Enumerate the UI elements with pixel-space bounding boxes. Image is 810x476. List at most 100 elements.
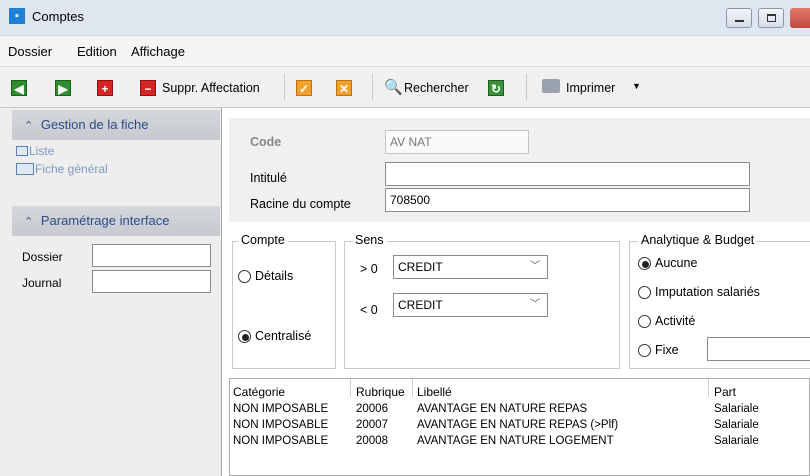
maximize-icon xyxy=(767,14,776,22)
add-icon[interactable]: + xyxy=(97,80,113,96)
racine-label: Racine du compte xyxy=(250,197,351,211)
column-header-categorie[interactable]: Catégorie xyxy=(233,385,285,399)
radio-dot xyxy=(642,261,649,268)
radio-centralise[interactable]: Centralisé xyxy=(238,329,333,345)
refresh-icon[interactable]: ↻ xyxy=(488,80,504,96)
cell-rubrique: 20006 xyxy=(356,403,388,415)
radio-details-label: Détails xyxy=(255,269,294,283)
radio-circle xyxy=(638,315,651,328)
section-title: Paramétrage interface xyxy=(40,213,170,228)
delete-assignment-button[interactable]: − Suppr. Affectation xyxy=(138,74,278,100)
minimize-button[interactable] xyxy=(726,8,752,28)
cell-rubrique: 20007 xyxy=(356,419,388,431)
radio-dot xyxy=(242,334,249,341)
analytique-group-title: Analytique & Budget xyxy=(638,233,758,247)
radio-aucune-label: Aucune xyxy=(655,256,698,270)
cell-part: Salariale xyxy=(714,435,759,447)
radio-circle xyxy=(238,330,251,343)
radio-activite-label: Activité xyxy=(655,314,696,328)
journal-label: Journal xyxy=(22,276,62,290)
radio-aucune[interactable]: Aucune xyxy=(638,256,808,272)
cell-categorie: NON IMPOSABLE xyxy=(233,419,329,431)
cell-categorie: NON IMPOSABLE xyxy=(233,403,329,415)
code-label: Code xyxy=(250,135,282,149)
radio-centralise-label: Centralisé xyxy=(255,329,312,343)
cell-libelle: AVANTAGE EN NATURE REPAS xyxy=(417,403,588,415)
menu-affichage[interactable]: Affichage xyxy=(131,44,185,59)
form-icon xyxy=(16,163,34,175)
table-row[interactable]: NON IMPOSABLE 20008 AVANTAGE EN NATURE L… xyxy=(230,435,809,450)
cell-part: Salariale xyxy=(714,419,759,431)
title-bar xyxy=(0,0,810,36)
column-header-part[interactable]: Part xyxy=(714,385,736,399)
app-icon: ▪ xyxy=(9,8,25,24)
sens-gt-label: > 0 xyxy=(360,262,378,276)
validate-icon[interactable]: ✓ xyxy=(296,80,312,96)
chevron-down-icon: ﹀ xyxy=(530,261,540,272)
collapse-icon: ⌃ xyxy=(24,120,34,132)
toolbar-separator xyxy=(372,74,373,100)
dossier-input[interactable] xyxy=(92,244,211,267)
radio-imputation-label: Imputation salariés xyxy=(655,285,760,299)
fixe-input[interactable] xyxy=(707,337,810,361)
search-icon: 🔍 xyxy=(384,79,403,96)
cancel-icon[interactable]: ✕ xyxy=(336,80,352,96)
radio-fixe[interactable]: Fixe xyxy=(638,343,698,359)
close-button[interactable] xyxy=(790,8,810,28)
print-label: Imprimer xyxy=(566,81,616,95)
radio-circle xyxy=(238,270,251,283)
link-general-sheet[interactable]: Fiche général xyxy=(35,162,108,176)
table-row[interactable]: NON IMPOSABLE 20006 AVANTAGE EN NATURE R… xyxy=(230,403,809,418)
column-header-libelle[interactable]: Libellé xyxy=(417,385,452,399)
next-record-icon[interactable]: ▶ xyxy=(55,80,71,96)
radio-details[interactable]: Détails xyxy=(238,269,333,285)
sens-lt-select[interactable]: CREDIT ﹀ xyxy=(393,293,548,317)
previous-record-icon[interactable]: ◀ xyxy=(11,80,27,96)
journal-input[interactable] xyxy=(92,270,211,293)
cell-categorie: NON IMPOSABLE xyxy=(233,435,329,447)
menu-dossier[interactable]: Dossier xyxy=(8,44,52,59)
compte-group-title: Compte xyxy=(238,233,288,247)
radio-circle xyxy=(638,344,651,357)
table-row[interactable]: NON IMPOSABLE 20007 AVANTAGE EN NATURE R… xyxy=(230,419,809,434)
intitule-field[interactable] xyxy=(385,162,750,186)
link-list[interactable]: Liste xyxy=(29,144,54,158)
section-header-parametrage[interactable]: ⌃ Paramétrage interface xyxy=(12,206,220,236)
radio-activite[interactable]: Activité xyxy=(638,314,808,330)
menu-bar xyxy=(0,36,810,66)
section-header-gestion[interactable]: ⌃ Gestion de la fiche xyxy=(12,110,220,140)
cell-libelle: AVANTAGE EN NATURE REPAS (>Plf) xyxy=(417,419,619,431)
print-button[interactable]: Imprimer ▼ xyxy=(540,74,641,100)
compte-group xyxy=(232,241,336,369)
toolbar-separator xyxy=(526,74,527,100)
chevron-down-icon: ﹀ xyxy=(530,299,540,310)
radio-circle xyxy=(638,286,651,299)
list-icon xyxy=(16,146,28,156)
column-separator[interactable] xyxy=(350,379,351,397)
sens-lt-label: < 0 xyxy=(360,303,378,317)
column-separator[interactable] xyxy=(708,379,709,397)
minimize-icon xyxy=(735,20,744,22)
racine-field[interactable]: 708500 xyxy=(385,188,750,212)
code-field[interactable]: AV NAT xyxy=(385,130,529,154)
collapse-icon: ⌃ xyxy=(24,216,34,228)
intitule-label: Intitulé xyxy=(250,171,287,185)
column-header-rubrique[interactable]: Rubrique xyxy=(356,385,405,399)
radio-circle xyxy=(638,257,651,270)
window-title: Comptes xyxy=(32,9,85,24)
sens-gt-select[interactable]: CREDIT ﹀ xyxy=(393,255,548,279)
maximize-button[interactable] xyxy=(758,8,784,28)
sens-group-title: Sens xyxy=(352,233,387,247)
dossier-label: Dossier xyxy=(22,250,63,264)
sens-lt-value: CREDIT xyxy=(398,298,443,312)
menu-edition[interactable]: Edition xyxy=(77,44,117,59)
sens-gt-value: CREDIT xyxy=(398,260,443,274)
chevron-down-icon: ▼ xyxy=(632,81,641,91)
section-title: Gestion de la fiche xyxy=(40,117,149,132)
column-separator[interactable] xyxy=(412,379,413,397)
delete-assignment-label: Suppr. Affectation xyxy=(162,81,260,95)
search-button[interactable]: 🔍 Rechercher xyxy=(382,74,482,100)
cell-part: Salariale xyxy=(714,403,759,415)
radio-imputation[interactable]: Imputation salariés xyxy=(638,285,808,301)
cell-libelle: AVANTAGE EN NATURE LOGEMENT xyxy=(417,435,614,447)
